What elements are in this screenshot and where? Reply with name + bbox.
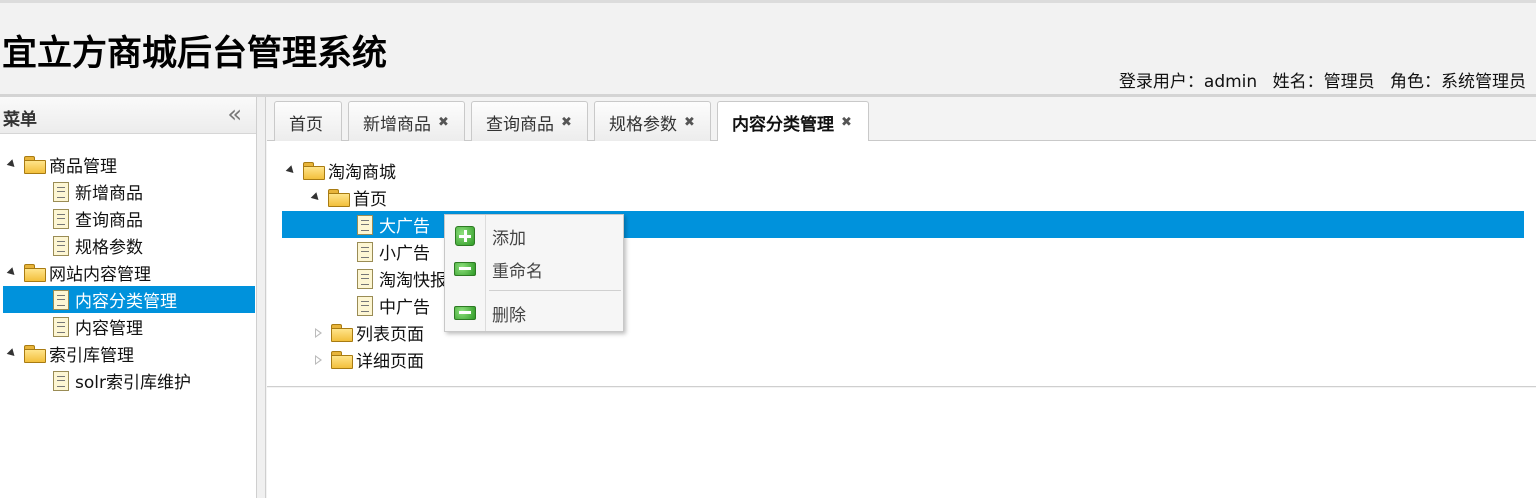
file-icon — [53, 289, 69, 310]
file-icon — [357, 241, 373, 262]
context-menu-add[interactable]: 添加 — [445, 222, 623, 250]
category-taotao-quick[interactable]: 淘淘快报 — [354, 265, 447, 292]
close-icon[interactable]: ✖ — [841, 115, 852, 130]
close-icon[interactable]: ✖ — [684, 115, 695, 130]
tab-label: 新增商品 — [363, 114, 431, 135]
tree-node-label: 中广告 — [379, 298, 430, 318]
tree-node-label: 详细页面 — [356, 352, 424, 372]
edit-icon — [454, 262, 476, 276]
tree-node-spec-params[interactable]: 规格参数 — [50, 232, 143, 259]
tree-node-label: 商品管理 — [49, 157, 117, 177]
tab-label: 查询商品 — [486, 114, 554, 135]
tab-label: 首页 — [289, 114, 323, 135]
file-icon — [53, 208, 69, 229]
tree-node-label: 小广告 — [379, 244, 430, 264]
expand-toggle-icon[interactable] — [6, 348, 18, 359]
file-icon — [53, 370, 69, 391]
collapse-icon[interactable]: « — [227, 100, 242, 128]
tree-node-content-manage[interactable]: 内容管理 — [50, 313, 143, 340]
context-menu-rename[interactable]: 重命名 — [445, 255, 623, 283]
tab-content-category[interactable]: 内容分类管理 ✖ — [717, 101, 869, 143]
folder-open-icon — [303, 162, 325, 180]
tree-node-label: 内容管理 — [75, 319, 143, 339]
plus-icon — [455, 226, 475, 246]
tree-node-content[interactable]: 网站内容管理 — [6, 259, 151, 286]
tree-node-goods[interactable]: 商品管理 — [6, 151, 117, 178]
folder-open-icon — [24, 264, 46, 282]
file-icon — [53, 316, 69, 337]
app-title: 宜立方商城后台管理系统 — [2, 34, 388, 74]
menu-divider — [489, 290, 621, 291]
tree-node-label: 列表页面 — [356, 325, 424, 345]
expand-toggle-icon[interactable] — [310, 192, 322, 203]
close-icon[interactable]: ✖ — [438, 115, 449, 130]
tree-node-label: 内容分类管理 — [75, 292, 177, 312]
tree-node-label: 大广告 — [379, 217, 430, 237]
tree-node-label: 索引库管理 — [49, 346, 134, 366]
folder-open-icon — [24, 345, 46, 363]
folder-closed-icon — [331, 351, 353, 369]
folder-open-icon — [24, 156, 46, 174]
category-mid-ad[interactable]: 中广告 — [354, 292, 430, 319]
sidebar-title: 菜单 — [3, 110, 37, 130]
tree-node-label: 首页 — [353, 190, 387, 210]
menu-item-label: 删除 — [492, 305, 526, 326]
tab-spec-params[interactable]: 规格参数 ✖ — [594, 101, 711, 142]
user-info: 登录用户：admin 姓名：管理员 角色：系统管理员 — [1109, 67, 1526, 92]
splitter[interactable] — [257, 97, 266, 498]
category-list-page[interactable]: 列表页面 — [315, 319, 424, 346]
context-menu-delete[interactable]: 删除 — [445, 299, 623, 327]
file-icon — [53, 235, 69, 256]
category-detail-page[interactable]: 详细页面 — [315, 346, 424, 373]
sidebar-menu: 菜单 « 商品管理 新增商品 查询商品 规格参数 网站内容管理 内容分类管理 内… — [0, 97, 257, 498]
tab-query-goods[interactable]: 查询商品 ✖ — [471, 101, 588, 142]
tree-node-label: 规格参数 — [75, 238, 143, 258]
folder-closed-icon — [331, 324, 353, 342]
tab-add-goods[interactable]: 新增商品 ✖ — [348, 101, 465, 142]
tab-home[interactable]: 首页 — [274, 101, 342, 142]
file-icon — [357, 268, 373, 289]
tree-node-label: 新增商品 — [75, 184, 143, 204]
category-small-ad[interactable]: 小广告 — [354, 238, 430, 265]
tree-node-add-goods[interactable]: 新增商品 — [50, 178, 143, 205]
file-icon — [357, 214, 373, 235]
tab-label: 内容分类管理 — [732, 115, 834, 135]
folder-open-icon — [328, 189, 350, 207]
context-menu: 添加 重命名 删除 — [444, 214, 624, 332]
tree-node-solr[interactable]: solr索引库维护 — [50, 367, 191, 394]
tree-node-content-category[interactable]: 内容分类管理 — [3, 286, 255, 313]
collapse-toggle-icon[interactable] — [315, 354, 322, 365]
file-icon — [357, 295, 373, 316]
tree-node-label: 淘淘商城 — [328, 163, 396, 183]
tab-bar: 首页 新增商品 ✖ 查询商品 ✖ 规格参数 ✖ 内容分类管理 ✖ — [267, 97, 1536, 143]
content-lower-area — [267, 388, 1536, 498]
close-icon[interactable]: ✖ — [561, 115, 572, 130]
user-name: 姓名：管理员 — [1272, 72, 1375, 92]
tree-node-label: 网站内容管理 — [49, 265, 151, 285]
expand-toggle-icon[interactable] — [6, 159, 18, 170]
minus-icon — [454, 306, 476, 320]
tree-node-label: solr索引库维护 — [75, 373, 191, 393]
expand-toggle-icon[interactable] — [285, 165, 297, 176]
sidebar-header: 菜单 « — [0, 97, 256, 134]
menu-item-label: 添加 — [492, 228, 526, 249]
category-root[interactable]: 淘淘商城 — [285, 157, 396, 184]
tree-node-label: 淘淘快报 — [379, 271, 447, 291]
app-header: 宜立方商城后台管理系统 登录用户：admin 姓名：管理员 角色：系统管理员 — [0, 0, 1536, 94]
category-home[interactable]: 首页 — [310, 184, 387, 211]
collapse-toggle-icon[interactable] — [315, 327, 322, 338]
user-role: 角色：系统管理员 — [1390, 72, 1526, 92]
tab-label: 规格参数 — [609, 114, 677, 135]
tree-node-index[interactable]: 索引库管理 — [6, 340, 134, 367]
login-user: 登录用户：admin — [1118, 72, 1258, 92]
tree-node-label: 查询商品 — [75, 211, 143, 231]
file-icon — [53, 181, 69, 202]
menu-item-label: 重命名 — [492, 261, 543, 282]
expand-toggle-icon[interactable] — [6, 267, 18, 278]
tree-node-query-goods[interactable]: 查询商品 — [50, 205, 143, 232]
